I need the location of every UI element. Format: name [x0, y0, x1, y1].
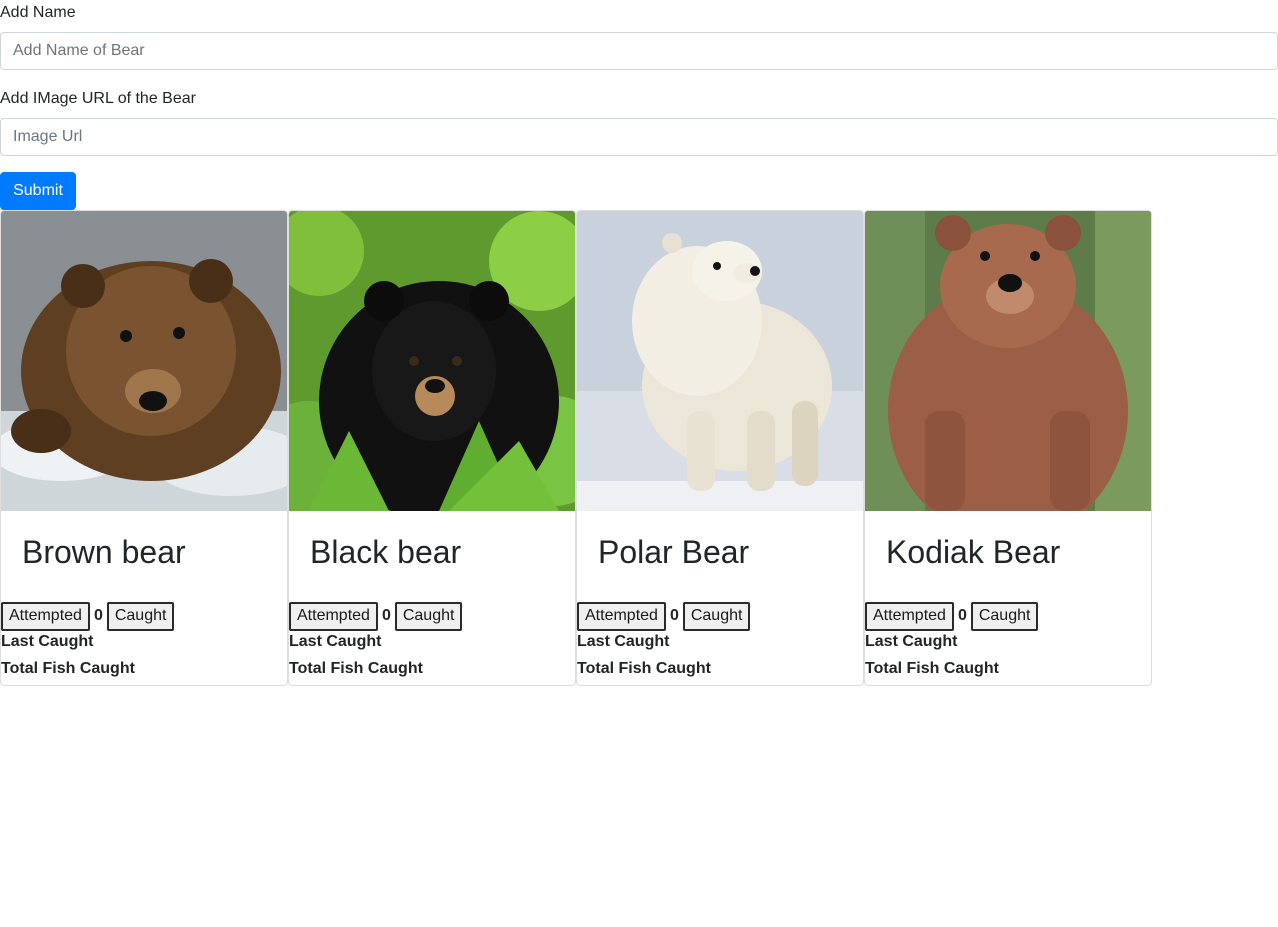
image-url-input[interactable]: [0, 118, 1278, 156]
fish-controls: Attempted 0 Caught: [577, 601, 751, 631]
black-bear-image: [289, 211, 575, 511]
bear-photo: [289, 211, 575, 511]
last-caught-label: Last Caught: [1, 633, 94, 650]
bear-photo: [577, 211, 863, 511]
image-url-label: Add IMage URL of the Bear: [0, 90, 196, 107]
bear-name: Black bear: [310, 534, 462, 570]
bear-card-list: Brown bear Attempted 0 Caught Last Caugh…: [0, 210, 1152, 686]
bear-card: Kodiak Bear Attempted 0 Caught Last Caug…: [864, 210, 1152, 686]
caught-button[interactable]: Caught: [394, 601, 463, 631]
fish-controls: Attempted 0 Caught: [289, 601, 463, 631]
kodiak-bear-image: [865, 211, 1151, 511]
attempted-button[interactable]: Attempted: [865, 601, 954, 631]
bear-name: Polar Bear: [598, 534, 750, 570]
bear-card: Black bear Attempted 0 Caught Last Caugh…: [288, 210, 576, 686]
bear-name-input[interactable]: [0, 32, 1278, 70]
name-label: Add Name: [0, 4, 76, 21]
fish-controls: Attempted 0 Caught: [865, 601, 1039, 631]
attempt-count: 0: [957, 607, 967, 624]
caught-button[interactable]: Caught: [970, 601, 1039, 631]
polar-bear-image: [577, 211, 863, 511]
attempted-button[interactable]: Attempted: [1, 601, 90, 631]
last-caught-label: Last Caught: [289, 633, 382, 650]
last-caught-label: Last Caught: [577, 633, 670, 650]
total-fish-caught-label: Total Fish Caught: [865, 660, 999, 677]
bear-name: Kodiak Bear: [886, 534, 1061, 570]
caught-button[interactable]: Caught: [682, 601, 751, 631]
total-fish-caught-label: Total Fish Caught: [1, 660, 135, 677]
last-caught-label: Last Caught: [865, 633, 958, 650]
bear-card: Brown bear Attempted 0 Caught Last Caugh…: [0, 210, 288, 686]
attempted-button[interactable]: Attempted: [577, 601, 666, 631]
attempt-count: 0: [93, 607, 103, 624]
bear-photo: [865, 211, 1151, 511]
brown-bear-image: [1, 211, 287, 511]
total-fish-caught-label: Total Fish Caught: [577, 660, 711, 677]
caught-button[interactable]: Caught: [106, 601, 175, 631]
fish-controls: Attempted 0 Caught: [1, 601, 175, 631]
bear-name: Brown bear: [22, 534, 186, 570]
attempt-count: 0: [669, 607, 679, 624]
attempted-button[interactable]: Attempted: [289, 601, 378, 631]
bear-photo: [1, 211, 287, 511]
total-fish-caught-label: Total Fish Caught: [289, 660, 423, 677]
submit-button[interactable]: Submit: [0, 172, 76, 210]
bear-card: Polar Bear Attempted 0 Caught Last Caugh…: [576, 210, 864, 686]
attempt-count: 0: [381, 607, 391, 624]
